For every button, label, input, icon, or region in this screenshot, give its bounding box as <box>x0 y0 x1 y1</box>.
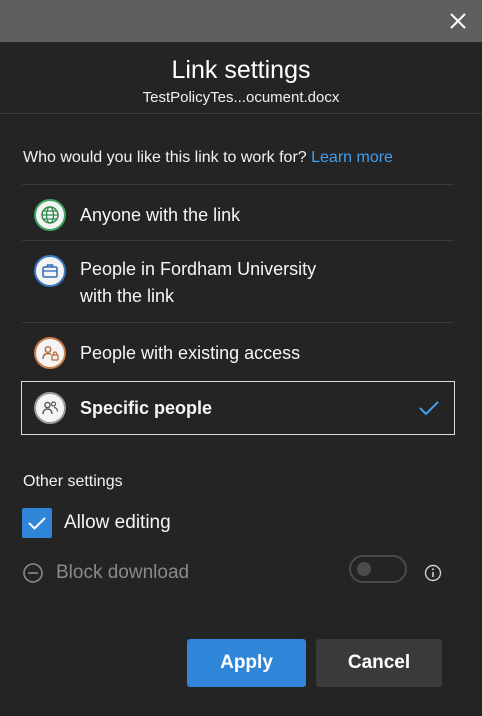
other-settings-heading: Other settings <box>23 473 123 490</box>
organization-icon <box>34 255 66 287</box>
divider <box>22 240 454 241</box>
checkmark-icon <box>419 401 439 416</box>
file-name: TestPolicyTes...ocument.docx <box>142 89 340 106</box>
globe-icon <box>34 199 66 231</box>
question-text: Who would you like this link to work for… <box>23 149 307 166</box>
people-lock-icon <box>34 337 66 369</box>
option-label: People in Fordham University with the li… <box>80 256 316 310</box>
learn-more-link[interactable]: Learn more <box>311 149 393 166</box>
option-label-line2: with the link <box>80 286 175 306</box>
block-icon <box>23 563 43 583</box>
toggle-knob <box>357 562 371 576</box>
block-download-toggle[interactable] <box>349 555 407 583</box>
allow-editing-label: Allow editing <box>64 512 171 533</box>
option-label-line1: People in Fordham University <box>80 259 317 279</box>
specific-people-icon <box>34 392 66 424</box>
option-anyone-with-link[interactable]: Anyone with the link <box>22 190 454 240</box>
block-download-label: Block download <box>56 562 190 583</box>
divider <box>0 113 482 114</box>
apply-button[interactable]: Apply <box>187 639 306 687</box>
checkbox-checked-icon[interactable] <box>22 508 52 538</box>
option-label: Anyone with the link <box>80 204 241 225</box>
divider <box>22 322 454 323</box>
allow-editing-checkbox[interactable]: Allow editing <box>22 508 171 538</box>
close-button[interactable] <box>446 9 470 33</box>
cancel-button[interactable]: Cancel <box>316 639 442 687</box>
dialog-title: Link settings <box>171 56 311 84</box>
info-icon[interactable] <box>424 564 442 582</box>
option-people-with-existing-access[interactable]: People with existing access <box>22 328 454 378</box>
close-icon[interactable] <box>446 9 470 33</box>
option-label: People with existing access <box>80 342 301 363</box>
window-titlebar <box>0 0 482 42</box>
divider <box>22 184 454 185</box>
option-label: Specific people <box>80 397 213 418</box>
link-scope-question: Who would you like this link to work for… <box>23 149 393 167</box>
option-people-in-organization[interactable]: People in Fordham University with the li… <box>22 246 454 320</box>
link-settings-dialog: Link settings TestPolicyTes...ocument.do… <box>0 42 482 716</box>
block-download-row: Block download <box>22 562 189 584</box>
option-specific-people[interactable]: Specific people <box>21 381 455 435</box>
